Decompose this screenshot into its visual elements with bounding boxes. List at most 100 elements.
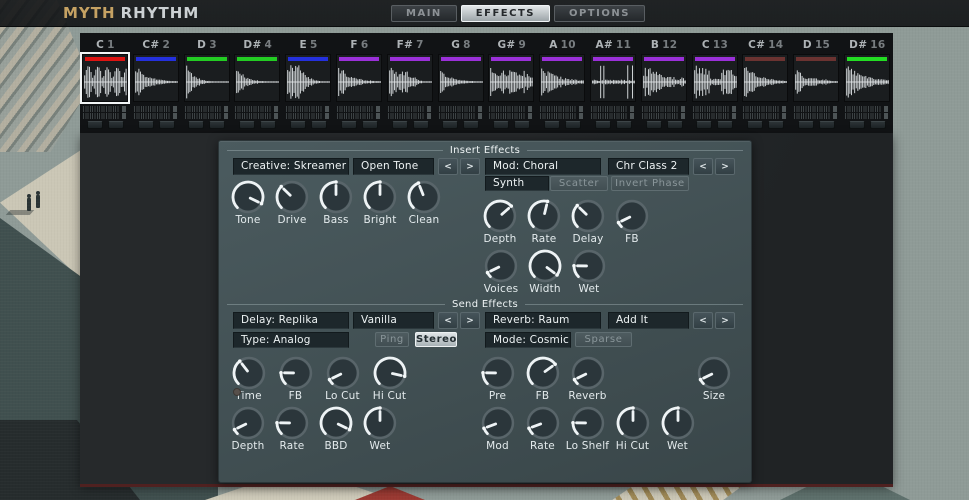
pad-button-right[interactable] xyxy=(463,121,479,129)
pad-slider-top[interactable] xyxy=(134,106,178,112)
pad-button-right[interactable] xyxy=(413,121,429,129)
pad-slider-top[interactable] xyxy=(743,106,787,112)
pad-slider-top[interactable] xyxy=(642,106,686,112)
pad-G8[interactable]: G8 xyxy=(436,33,487,133)
knob-rate[interactable]: Rate xyxy=(520,403,565,452)
pad-slider-bottom[interactable] xyxy=(794,113,838,119)
knob-fb[interactable]: FB xyxy=(610,196,654,245)
pad-slider-bottom[interactable] xyxy=(743,113,787,119)
knob-voices[interactable]: Voices xyxy=(479,246,523,295)
knob-reverb[interactable]: Reverb xyxy=(565,353,610,402)
pad-Ds16[interactable]: D#16 xyxy=(842,33,893,133)
knob-fb[interactable]: FB xyxy=(520,353,565,402)
pad-slider-top[interactable] xyxy=(388,106,432,112)
mod-mode-select[interactable]: Synth xyxy=(485,176,549,191)
pad-button-left[interactable] xyxy=(442,121,458,129)
pad-As11[interactable]: A#11 xyxy=(588,33,639,133)
reverb-mode-select[interactable]: Mode: Cosmic xyxy=(485,332,571,348)
pad-slider-bottom[interactable] xyxy=(134,113,178,119)
knob-depth[interactable]: Depth xyxy=(478,196,522,245)
reverb-next-button[interactable]: > xyxy=(715,312,735,329)
pad-B12[interactable]: B12 xyxy=(639,33,690,133)
pad-slider-bottom[interactable] xyxy=(388,113,432,119)
waveform-display[interactable] xyxy=(82,54,128,102)
delay-type-select[interactable]: Type: Analog xyxy=(233,332,349,348)
knob-width[interactable]: Width xyxy=(523,246,567,295)
knob-bright[interactable]: Bright xyxy=(358,177,402,226)
reverb-effect-select[interactable]: Reverb: Raum xyxy=(485,312,601,329)
pad-C13[interactable]: C13 xyxy=(690,33,741,133)
pad-slider-bottom[interactable] xyxy=(845,113,889,119)
insert-right-next-button[interactable]: > xyxy=(715,158,735,175)
waveform-display[interactable] xyxy=(692,54,738,102)
pad-button-right[interactable] xyxy=(565,121,581,129)
knob-clean[interactable]: Clean xyxy=(402,177,446,226)
insert-left-prev-button[interactable]: < xyxy=(438,158,458,175)
knob-lo-shelf[interactable]: Lo Shelf xyxy=(565,403,610,452)
pad-slider-bottom[interactable] xyxy=(591,113,635,119)
pad-button-right[interactable] xyxy=(311,121,327,129)
knob-lo-cut[interactable]: Lo Cut xyxy=(319,353,366,402)
pad-button-right[interactable] xyxy=(667,121,683,129)
pad-button-right[interactable] xyxy=(362,121,378,129)
pad-button-left[interactable] xyxy=(392,121,408,129)
pad-slider-top[interactable] xyxy=(286,106,330,112)
delay-effect-select[interactable]: Delay: Replika xyxy=(233,312,349,329)
pad-button-right[interactable] xyxy=(260,121,276,129)
pad-slider-bottom[interactable] xyxy=(185,113,229,119)
pad-D15[interactable]: D15 xyxy=(791,33,842,133)
pad-button-right[interactable] xyxy=(108,121,124,129)
delay-prev-button[interactable]: < xyxy=(438,312,458,329)
pad-button-right[interactable] xyxy=(819,121,835,129)
knob-delay[interactable]: Delay xyxy=(566,196,610,245)
pad-button-left[interactable] xyxy=(696,121,712,129)
waveform-display[interactable] xyxy=(133,54,179,102)
invert-phase-button[interactable]: Invert Phase xyxy=(611,176,689,191)
pad-slider-top[interactable] xyxy=(439,106,483,112)
pad-slider-bottom[interactable] xyxy=(540,113,584,119)
waveform-display[interactable] xyxy=(590,54,636,102)
knob-hi-cut[interactable]: Hi Cut xyxy=(610,403,655,452)
pad-slider-top[interactable] xyxy=(794,106,838,112)
knob-hi-cut[interactable]: Hi Cut xyxy=(366,353,413,402)
waveform-display[interactable] xyxy=(184,54,230,102)
waveform-display[interactable] xyxy=(793,54,839,102)
pad-button-right[interactable] xyxy=(514,121,530,129)
pad-slider-bottom[interactable] xyxy=(489,113,533,119)
tab-main[interactable]: MAIN xyxy=(391,5,457,22)
pad-Cs14[interactable]: C#14 xyxy=(740,33,791,133)
pad-button-left[interactable] xyxy=(87,121,103,129)
knob-time[interactable]: Time xyxy=(225,353,272,402)
knob-wet[interactable]: Wet xyxy=(358,403,402,452)
reverb-preset-select[interactable]: Add It xyxy=(608,312,689,329)
pad-button-left[interactable] xyxy=(138,121,154,129)
pad-F6[interactable]: F6 xyxy=(334,33,385,133)
knob-rate[interactable]: Rate xyxy=(522,196,566,245)
pad-slider-top[interactable] xyxy=(540,106,584,112)
knob-depth[interactable]: Depth xyxy=(226,403,270,452)
pad-slider-bottom[interactable] xyxy=(693,113,737,119)
pad-button-right[interactable] xyxy=(159,121,175,129)
insert-right-effect-select[interactable]: Mod: Choral xyxy=(485,158,601,175)
pad-button-left[interactable] xyxy=(239,121,255,129)
pad-button-left[interactable] xyxy=(188,121,204,129)
tab-options[interactable]: OPTIONS xyxy=(554,5,645,22)
pad-button-left[interactable] xyxy=(747,121,763,129)
waveform-display[interactable] xyxy=(438,54,484,102)
pad-button-right[interactable] xyxy=(616,121,632,129)
knob-drive[interactable]: Drive xyxy=(270,177,314,226)
pad-button-left[interactable] xyxy=(493,121,509,129)
pad-button-left[interactable] xyxy=(544,121,560,129)
knob-bass[interactable]: Bass xyxy=(314,177,358,226)
waveform-display[interactable] xyxy=(387,54,433,102)
pad-Ds4[interactable]: D#4 xyxy=(232,33,283,133)
pad-slider-top[interactable] xyxy=(489,106,533,112)
waveform-display[interactable] xyxy=(844,54,890,102)
pad-slider-top[interactable] xyxy=(591,106,635,112)
waveform-display[interactable] xyxy=(336,54,382,102)
waveform-display[interactable] xyxy=(488,54,534,102)
pad-button-right[interactable] xyxy=(768,121,784,129)
waveform-display[interactable] xyxy=(742,54,788,102)
knob-pre[interactable]: Pre xyxy=(475,353,520,402)
pad-Fs7[interactable]: F#7 xyxy=(385,33,436,133)
